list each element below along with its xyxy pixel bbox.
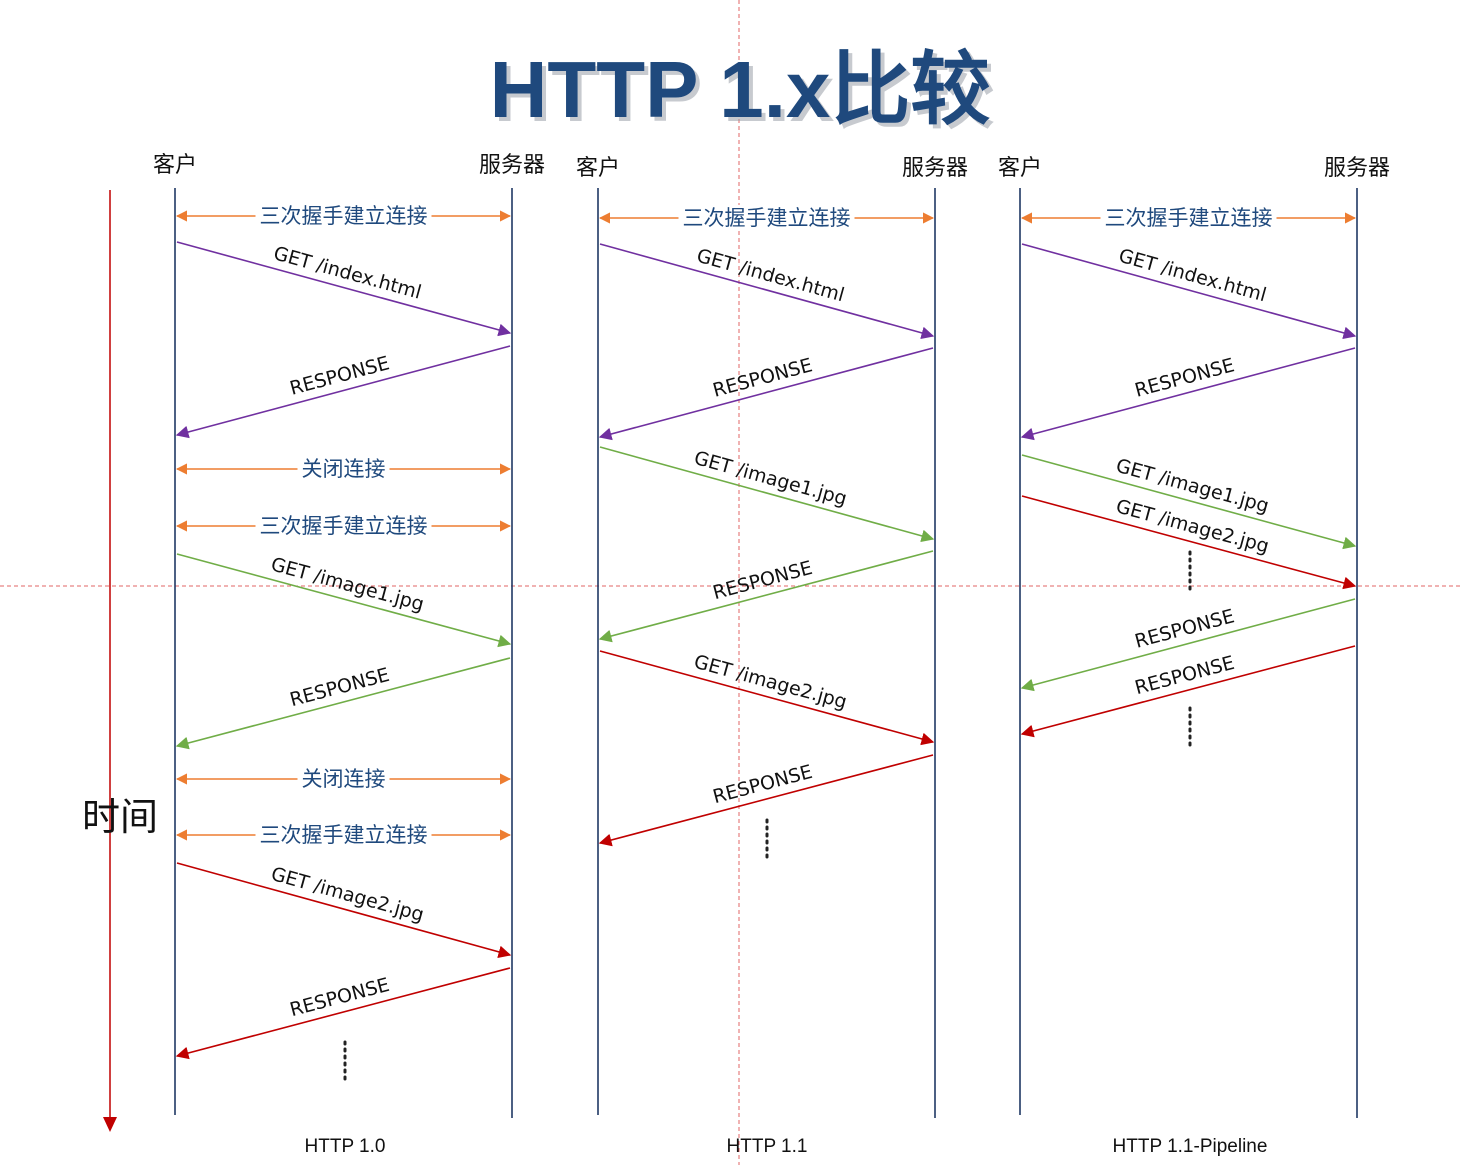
response-arrow <box>175 345 511 439</box>
sequence-panel: 客户 服务器HTTP 1.1三次握手建立连接GET /index.htmlRESP… <box>576 156 968 1157</box>
time-axis-label: 时间 <box>82 795 158 839</box>
page-title: HTTP 1.x比较 <box>490 45 991 134</box>
response-arrow <box>175 657 511 750</box>
response-arrow <box>1020 645 1356 738</box>
response-label: RESPONSE <box>288 974 392 1021</box>
handshake-label: 三次握手建立连接 <box>260 204 428 228</box>
response-arrow <box>598 550 934 643</box>
http-comparison-diagram: HTTP 1.x比较 HTTP 1.x比较 时间 客户 服务器HTTP 1.0三次… <box>0 0 1461 1165</box>
response-label: RESPONSE <box>711 761 815 808</box>
request-arrow <box>1021 495 1357 590</box>
protocol-label: HTTP 1.0 <box>305 1136 386 1157</box>
sequence-panel: 客户 服务器 HTTP 1.0 三次握手建立连接 GET /index.html RESP… <box>153 153 545 1157</box>
time-axis-arrow-icon <box>103 1117 117 1132</box>
handshake-label: 关闭连接 <box>302 457 386 481</box>
request-arrow <box>176 862 512 959</box>
handshake-label: 三次握手建立连接 <box>1105 206 1273 230</box>
response-label: RESPONSE <box>711 557 815 604</box>
response-label: RESPONSE <box>288 352 392 400</box>
request-arrow <box>599 446 935 543</box>
request-arrow <box>176 553 512 648</box>
response-label: RESPONSE <box>1133 354 1237 402</box>
request-arrow <box>176 241 512 337</box>
response-arrow <box>1020 347 1356 441</box>
handshake-label: 三次握手建立连接 <box>260 823 428 847</box>
request-label: GET /index.html <box>271 242 423 303</box>
server-label: 服务器 <box>479 153 545 178</box>
client-label: 客户 <box>153 153 197 178</box>
response-label: RESPONSE <box>711 354 815 402</box>
handshake-label: 三次握手建立连接 <box>683 206 851 230</box>
request-arrow <box>599 243 935 340</box>
request-arrow <box>599 650 935 746</box>
client-label: 客户 <box>576 156 620 181</box>
handshake-label: 三次握手建立连接 <box>260 514 428 538</box>
sequence-panel: 客户 服务器HTTP 1.1-Pipeline三次握手建立连接GET /index… <box>998 156 1390 1157</box>
protocol-label: HTTP 1.1 <box>727 1136 808 1157</box>
panels: 客户 服务器 HTTP 1.0 三次握手建立连接 GET /index.html RESP… <box>153 153 1390 1157</box>
server-label: 服务器 <box>902 156 968 181</box>
protocol-label: HTTP 1.1-Pipeline <box>1113 1136 1268 1157</box>
server-label: 服务器 <box>1324 156 1390 181</box>
response-arrow <box>598 347 934 441</box>
handshake-label: 关闭连接 <box>302 767 386 791</box>
client-label: 客户 <box>998 156 1042 181</box>
response-label: RESPONSE <box>1133 652 1237 699</box>
request-arrow <box>1021 243 1357 340</box>
response-label: RESPONSE <box>1133 605 1237 653</box>
response-label: RESPONSE <box>288 664 392 711</box>
